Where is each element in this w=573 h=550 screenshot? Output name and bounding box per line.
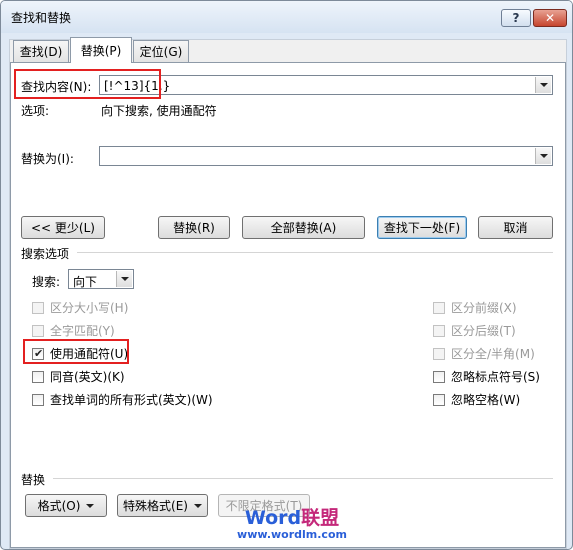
window-title: 查找和替换: [11, 11, 72, 25]
search-options-divider: [77, 252, 553, 253]
match-suffix-checkbox[interactable]: 区分后缀(T): [433, 322, 516, 339]
chevron-down-icon: [539, 154, 548, 158]
checkbox-box: [433, 324, 445, 337]
special-label: 特殊格式(E): [123, 499, 188, 513]
replace-all-button[interactable]: 全部替换(A): [242, 216, 365, 239]
checkbox-box: [32, 324, 44, 337]
watermark-brand-latin: Word: [244, 507, 302, 529]
chevron-down-icon: [120, 277, 129, 281]
format-label: 格式(O): [37, 499, 81, 513]
search-direction-select[interactable]: 向下: [68, 269, 134, 289]
checkbox-box: [32, 393, 44, 406]
sounds-like-label: 同音(英文)(K): [50, 370, 125, 384]
tab-goto[interactable]: 定位(G): [133, 40, 189, 62]
dialog-content: 查找(D) 替换(P) 定位(G) 查找内容(N): [!^13]{1,} 选项…: [9, 37, 567, 549]
checkbox-box: [433, 370, 445, 383]
checkbox-box: [433, 301, 445, 314]
help-button[interactable]: ?: [501, 9, 531, 27]
replace-section-divider: [53, 478, 553, 479]
options-label: 选项:: [21, 104, 50, 118]
format-button[interactable]: 格式(O): [25, 494, 107, 517]
find-highlight-box: [14, 69, 161, 99]
find-dropdown-button[interactable]: [535, 77, 551, 93]
checkbox-box: [32, 301, 44, 314]
chevron-down-icon: [86, 503, 95, 508]
search-direction-label: 搜索:: [32, 275, 61, 289]
help-icon: ?: [512, 11, 520, 25]
find-replace-dialog: 查找和替换 ? ✕ 查找(D) 替换(P) 定位(G) 查找内容(N): [!^…: [0, 0, 573, 550]
watermark: Word联盟 www.wordlm.com: [237, 507, 347, 541]
match-suffix-label: 区分后缀(T): [451, 324, 516, 338]
match-prefix-label: 区分前缀(X): [451, 301, 517, 315]
search-direction-value: 向下: [73, 275, 98, 289]
cancel-button[interactable]: 取消: [478, 216, 553, 239]
whole-word-label: 全字匹配(Y): [50, 324, 115, 338]
chevron-down-icon: [539, 83, 548, 87]
options-value: 向下搜索, 使用通配符: [101, 104, 217, 118]
match-case-checkbox[interactable]: 区分大小写(H): [32, 299, 128, 316]
watermark-brand-cjk: 联盟: [301, 507, 340, 529]
tab-replace-label: 替换(P): [80, 44, 122, 58]
checkbox-box: [32, 370, 44, 383]
replace-panel: 查找内容(N): [!^13]{1,} 选项: 向下搜索, 使用通配符 替换为(…: [10, 62, 566, 548]
special-button[interactable]: 特殊格式(E): [117, 494, 208, 517]
title-bar: 查找和替换 ? ✕: [1, 1, 572, 33]
all-word-forms-checkbox[interactable]: 查找单词的所有形式(英文)(W): [32, 391, 213, 408]
ignore-punctuation-checkbox[interactable]: 忽略标点符号(S): [433, 368, 540, 385]
replace-section-header: 替换: [21, 473, 46, 487]
ignore-punctuation-label: 忽略标点符号(S): [451, 370, 540, 384]
match-case-label: 区分大小写(H): [50, 301, 129, 315]
watermark-url: www.wordlm.com: [237, 528, 347, 541]
watermark-logo: Word联盟: [237, 507, 347, 529]
chevron-down-icon: [193, 503, 202, 508]
ignore-whitespace-label: 忽略空格(W): [451, 393, 521, 407]
tab-replace[interactable]: 替换(P): [70, 37, 132, 63]
tab-find[interactable]: 查找(D): [13, 40, 69, 62]
all-word-forms-label: 查找单词的所有形式(英文)(W): [50, 393, 213, 407]
replace-button[interactable]: 替换(R): [158, 216, 230, 239]
replace-input[interactable]: [99, 146, 553, 166]
match-width-checkbox[interactable]: 区分全/半角(M): [433, 345, 535, 362]
match-prefix-checkbox[interactable]: 区分前缀(X): [433, 299, 517, 316]
tab-goto-label: 定位(G): [139, 45, 183, 59]
tab-find-label: 查找(D): [19, 45, 63, 59]
match-width-label: 区分全/半角(M): [451, 347, 535, 361]
find-next-button[interactable]: 查找下一处(F): [377, 216, 467, 239]
close-button[interactable]: ✕: [533, 9, 567, 27]
find-input[interactable]: [!^13]{1,}: [99, 75, 553, 95]
checkbox-box: [433, 347, 445, 360]
checkbox-box: [433, 393, 445, 406]
whole-word-checkbox[interactable]: 全字匹配(Y): [32, 322, 115, 339]
ignore-whitespace-checkbox[interactable]: 忽略空格(W): [433, 391, 520, 408]
sounds-like-checkbox[interactable]: 同音(英文)(K): [32, 368, 125, 385]
search-direction-dropdown[interactable]: [116, 271, 132, 287]
close-icon: ✕: [544, 11, 556, 25]
wildcards-highlight-box: [23, 339, 129, 364]
search-options-header: 搜索选项: [21, 247, 70, 261]
less-button[interactable]: << 更少(L): [21, 216, 105, 239]
replace-label: 替换为(I):: [21, 152, 74, 166]
replace-dropdown-button[interactable]: [535, 148, 551, 164]
